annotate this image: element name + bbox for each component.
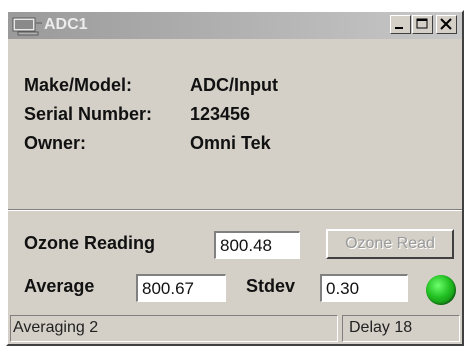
owner-row: Owner: Omni Tek — [24, 132, 271, 154]
owner-label: Owner: — [24, 133, 87, 153]
ozone-read-button[interactable]: Ozone Read — [326, 229, 454, 259]
maximize-icon — [416, 18, 428, 29]
ozone-reading-label: Ozone Reading — [24, 233, 156, 253]
app-icon — [12, 15, 44, 37]
minimize-button[interactable] — [390, 15, 411, 34]
status-panel-averaging: Averaging 2 — [10, 315, 338, 342]
average-label: Average — [24, 276, 95, 296]
average-field[interactable]: 800.67 — [136, 274, 226, 302]
status-panel-delay: Delay 18 — [342, 315, 460, 342]
section-divider — [8, 209, 462, 211]
make-model-row: Make/Model: ADC/Input — [24, 74, 278, 96]
serial-number-value: 123456 — [190, 104, 251, 124]
title-bar[interactable]: ADC1 — [8, 12, 462, 39]
minimize-icon — [395, 27, 403, 29]
make-model-label: Make/Model: — [24, 75, 133, 95]
owner-value: Omni Tek — [190, 133, 271, 153]
serial-number-row: Serial Number: 123456 — [24, 103, 250, 125]
close-icon — [440, 18, 452, 30]
window-title: ADC1 — [44, 16, 88, 33]
stdev-label: Stdev — [246, 276, 296, 296]
close-button[interactable] — [436, 15, 457, 34]
serial-number-label: Serial Number: — [24, 104, 153, 124]
make-model-value: ADC/Input — [190, 75, 278, 95]
stdev-field[interactable]: 0.30 — [320, 274, 408, 302]
ozone-reading-field[interactable]: 800.48 — [214, 231, 300, 259]
adc-window: ADC1 Make/Model: ADC/Input Serial Number… — [6, 10, 464, 346]
maximize-button[interactable] — [412, 15, 433, 34]
status-led-indicator — [426, 275, 456, 305]
